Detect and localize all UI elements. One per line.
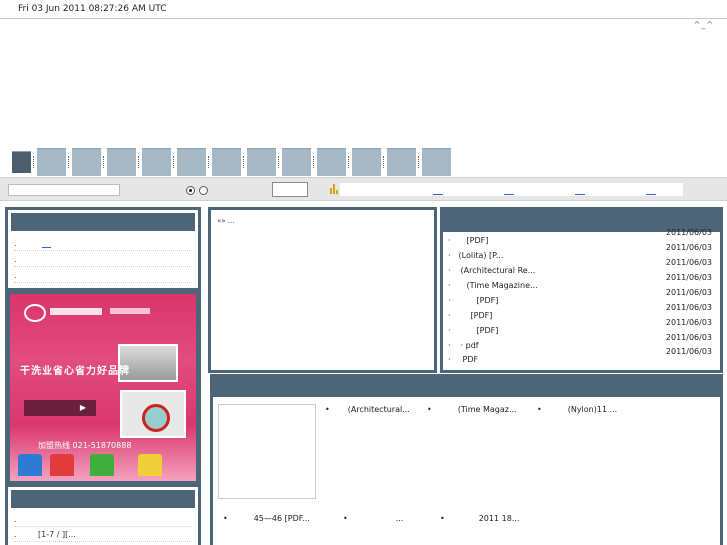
article-link[interactable]: • 2011 18... bbox=[440, 514, 519, 523]
search-bar bbox=[0, 177, 727, 201]
left-top-panel-header bbox=[11, 213, 195, 231]
nav-separator bbox=[208, 156, 210, 168]
quick-link[interactable] bbox=[433, 194, 443, 195]
laundry-ad-banner[interactable]: 干洗业省心省力好品牌 加盟热线 021-51870888 bbox=[10, 294, 196, 481]
left-top-panel: . . . bbox=[8, 210, 198, 288]
quick-link[interactable] bbox=[504, 194, 514, 195]
bottom-panel-header bbox=[213, 377, 720, 397]
intro-text: «» ... bbox=[217, 217, 235, 225]
nav-tab[interactable] bbox=[422, 148, 451, 176]
list-item[interactable]: . bbox=[14, 238, 192, 251]
article-link[interactable]: • (Architectural... bbox=[325, 405, 410, 414]
article-link[interactable]: • (Nylon)11 ... bbox=[537, 405, 617, 414]
quick-link[interactable] bbox=[575, 194, 585, 195]
middle-top-panel: «» ... bbox=[211, 210, 434, 370]
nav-separator bbox=[313, 156, 315, 168]
news-panel: · [PDF] · (Lolita) [P... · (Architectural R… bbox=[443, 210, 720, 370]
nav-separator bbox=[418, 156, 420, 168]
brand-logo bbox=[24, 304, 46, 322]
top-bar: Fri 03 Jun 2011 08:27:26 AM UTC bbox=[0, 0, 727, 19]
ad-phone: 加盟热线 021-51870888 bbox=[38, 441, 132, 450]
news-item[interactable]: · [PDF] bbox=[448, 236, 488, 245]
left-bottom-panel-header bbox=[11, 490, 195, 508]
ad-slogan: 干洗业省心省力好品牌 bbox=[20, 366, 130, 377]
shirt-image bbox=[90, 454, 114, 476]
article-link[interactable]: • (Time Magaz... bbox=[427, 405, 517, 414]
list-item[interactable]: . bbox=[14, 254, 192, 267]
nav-separator bbox=[348, 156, 350, 168]
shirt-image bbox=[138, 454, 162, 476]
news-item[interactable]: · [PDF] bbox=[448, 296, 498, 305]
news-date: 2011/06/03 bbox=[665, 243, 712, 252]
nav-tab[interactable] bbox=[387, 148, 416, 176]
nav-separator bbox=[138, 156, 140, 168]
nav-tab[interactable] bbox=[37, 148, 66, 176]
nav-tab[interactable] bbox=[142, 148, 171, 176]
link-underline[interactable] bbox=[42, 247, 51, 248]
nav-separator bbox=[383, 156, 385, 168]
news-date: 2011/06/03 bbox=[665, 288, 712, 297]
nav-tab[interactable] bbox=[107, 148, 136, 176]
left-bottom-panel: . . [1-7 / ][... bbox=[8, 487, 198, 545]
news-item[interactable]: · PDF bbox=[448, 355, 478, 364]
nav-separator bbox=[103, 156, 105, 168]
bottom-panel: • (Architectural... • (Time Magaz... • (Nyl… bbox=[213, 377, 720, 545]
article-link[interactable]: •... bbox=[343, 514, 403, 523]
nav-separator bbox=[278, 156, 280, 168]
news-date: 2011/06/03 bbox=[665, 258, 712, 267]
nav-separator bbox=[68, 156, 70, 168]
news-date: 2011/06/03 bbox=[665, 228, 712, 237]
shirt-image bbox=[18, 454, 42, 476]
nav-tab[interactable] bbox=[72, 148, 101, 176]
nav-tab[interactable] bbox=[352, 148, 381, 176]
ad-enter-button[interactable] bbox=[24, 400, 96, 416]
bar-chart-icon bbox=[330, 184, 338, 194]
washing-machine-image bbox=[120, 390, 186, 438]
bottom-column: • (Architectural... • (Time Magaz... • (Nyl… bbox=[210, 374, 723, 545]
nav-tab[interactable] bbox=[177, 148, 206, 176]
search-input[interactable] bbox=[8, 184, 120, 196]
shirt-image bbox=[50, 454, 74, 476]
nav-tab[interactable] bbox=[317, 148, 346, 176]
middle-top-column: «» ... bbox=[208, 207, 437, 373]
quick-link[interactable] bbox=[646, 194, 656, 195]
brand-script-graphic bbox=[110, 308, 150, 314]
news-item[interactable]: · (Time Magazine... bbox=[448, 281, 538, 290]
news-item[interactable]: · · pdf bbox=[448, 341, 479, 350]
news-date: 2011/06/03 bbox=[665, 347, 712, 356]
smiley-text: ^_^ bbox=[693, 20, 714, 29]
right-top-column: · [PDF] · (Lolita) [P... · (Architectural R… bbox=[440, 207, 723, 373]
article-link[interactable]: • 45—46 [PDF... bbox=[223, 514, 310, 523]
left-column: . . . 干洗业省心省力好品牌 加盟热线 021-51870888 . . [… bbox=[5, 207, 201, 545]
nav-tab[interactable] bbox=[247, 148, 276, 176]
nav-separator bbox=[33, 156, 35, 168]
news-date: 2011/06/03 bbox=[665, 318, 712, 327]
brand-name-graphic bbox=[50, 308, 102, 315]
article-thumbnail[interactable] bbox=[218, 404, 316, 499]
list-item[interactable]: . bbox=[14, 514, 192, 527]
search-scope-radio-2[interactable] bbox=[199, 186, 208, 195]
date-text: Fri 03 Jun 2011 08:27:26 AM UTC bbox=[18, 4, 167, 14]
news-item[interactable]: · [PDF] bbox=[448, 311, 492, 320]
news-item[interactable]: · (Architectural Re... bbox=[448, 266, 535, 275]
nav-tab-home[interactable] bbox=[12, 151, 31, 173]
news-date: 2011/06/03 bbox=[665, 333, 712, 342]
search-scope-radio-1[interactable] bbox=[186, 186, 195, 195]
news-date: 2011/06/03 bbox=[665, 303, 712, 312]
list-item[interactable]: . bbox=[14, 270, 192, 283]
nav-separator bbox=[243, 156, 245, 168]
list-item[interactable]: . [1-7 / ][... bbox=[14, 529, 192, 542]
search-button[interactable] bbox=[272, 182, 308, 197]
nav-tab[interactable] bbox=[282, 148, 311, 176]
quick-links bbox=[340, 183, 683, 196]
news-item[interactable]: · (Lolita) [P... bbox=[448, 251, 503, 260]
news-item[interactable]: · [PDF] bbox=[448, 326, 498, 335]
news-date: 2011/06/03 bbox=[665, 273, 712, 282]
nav-separator bbox=[173, 156, 175, 168]
nav-tab[interactable] bbox=[212, 148, 241, 176]
